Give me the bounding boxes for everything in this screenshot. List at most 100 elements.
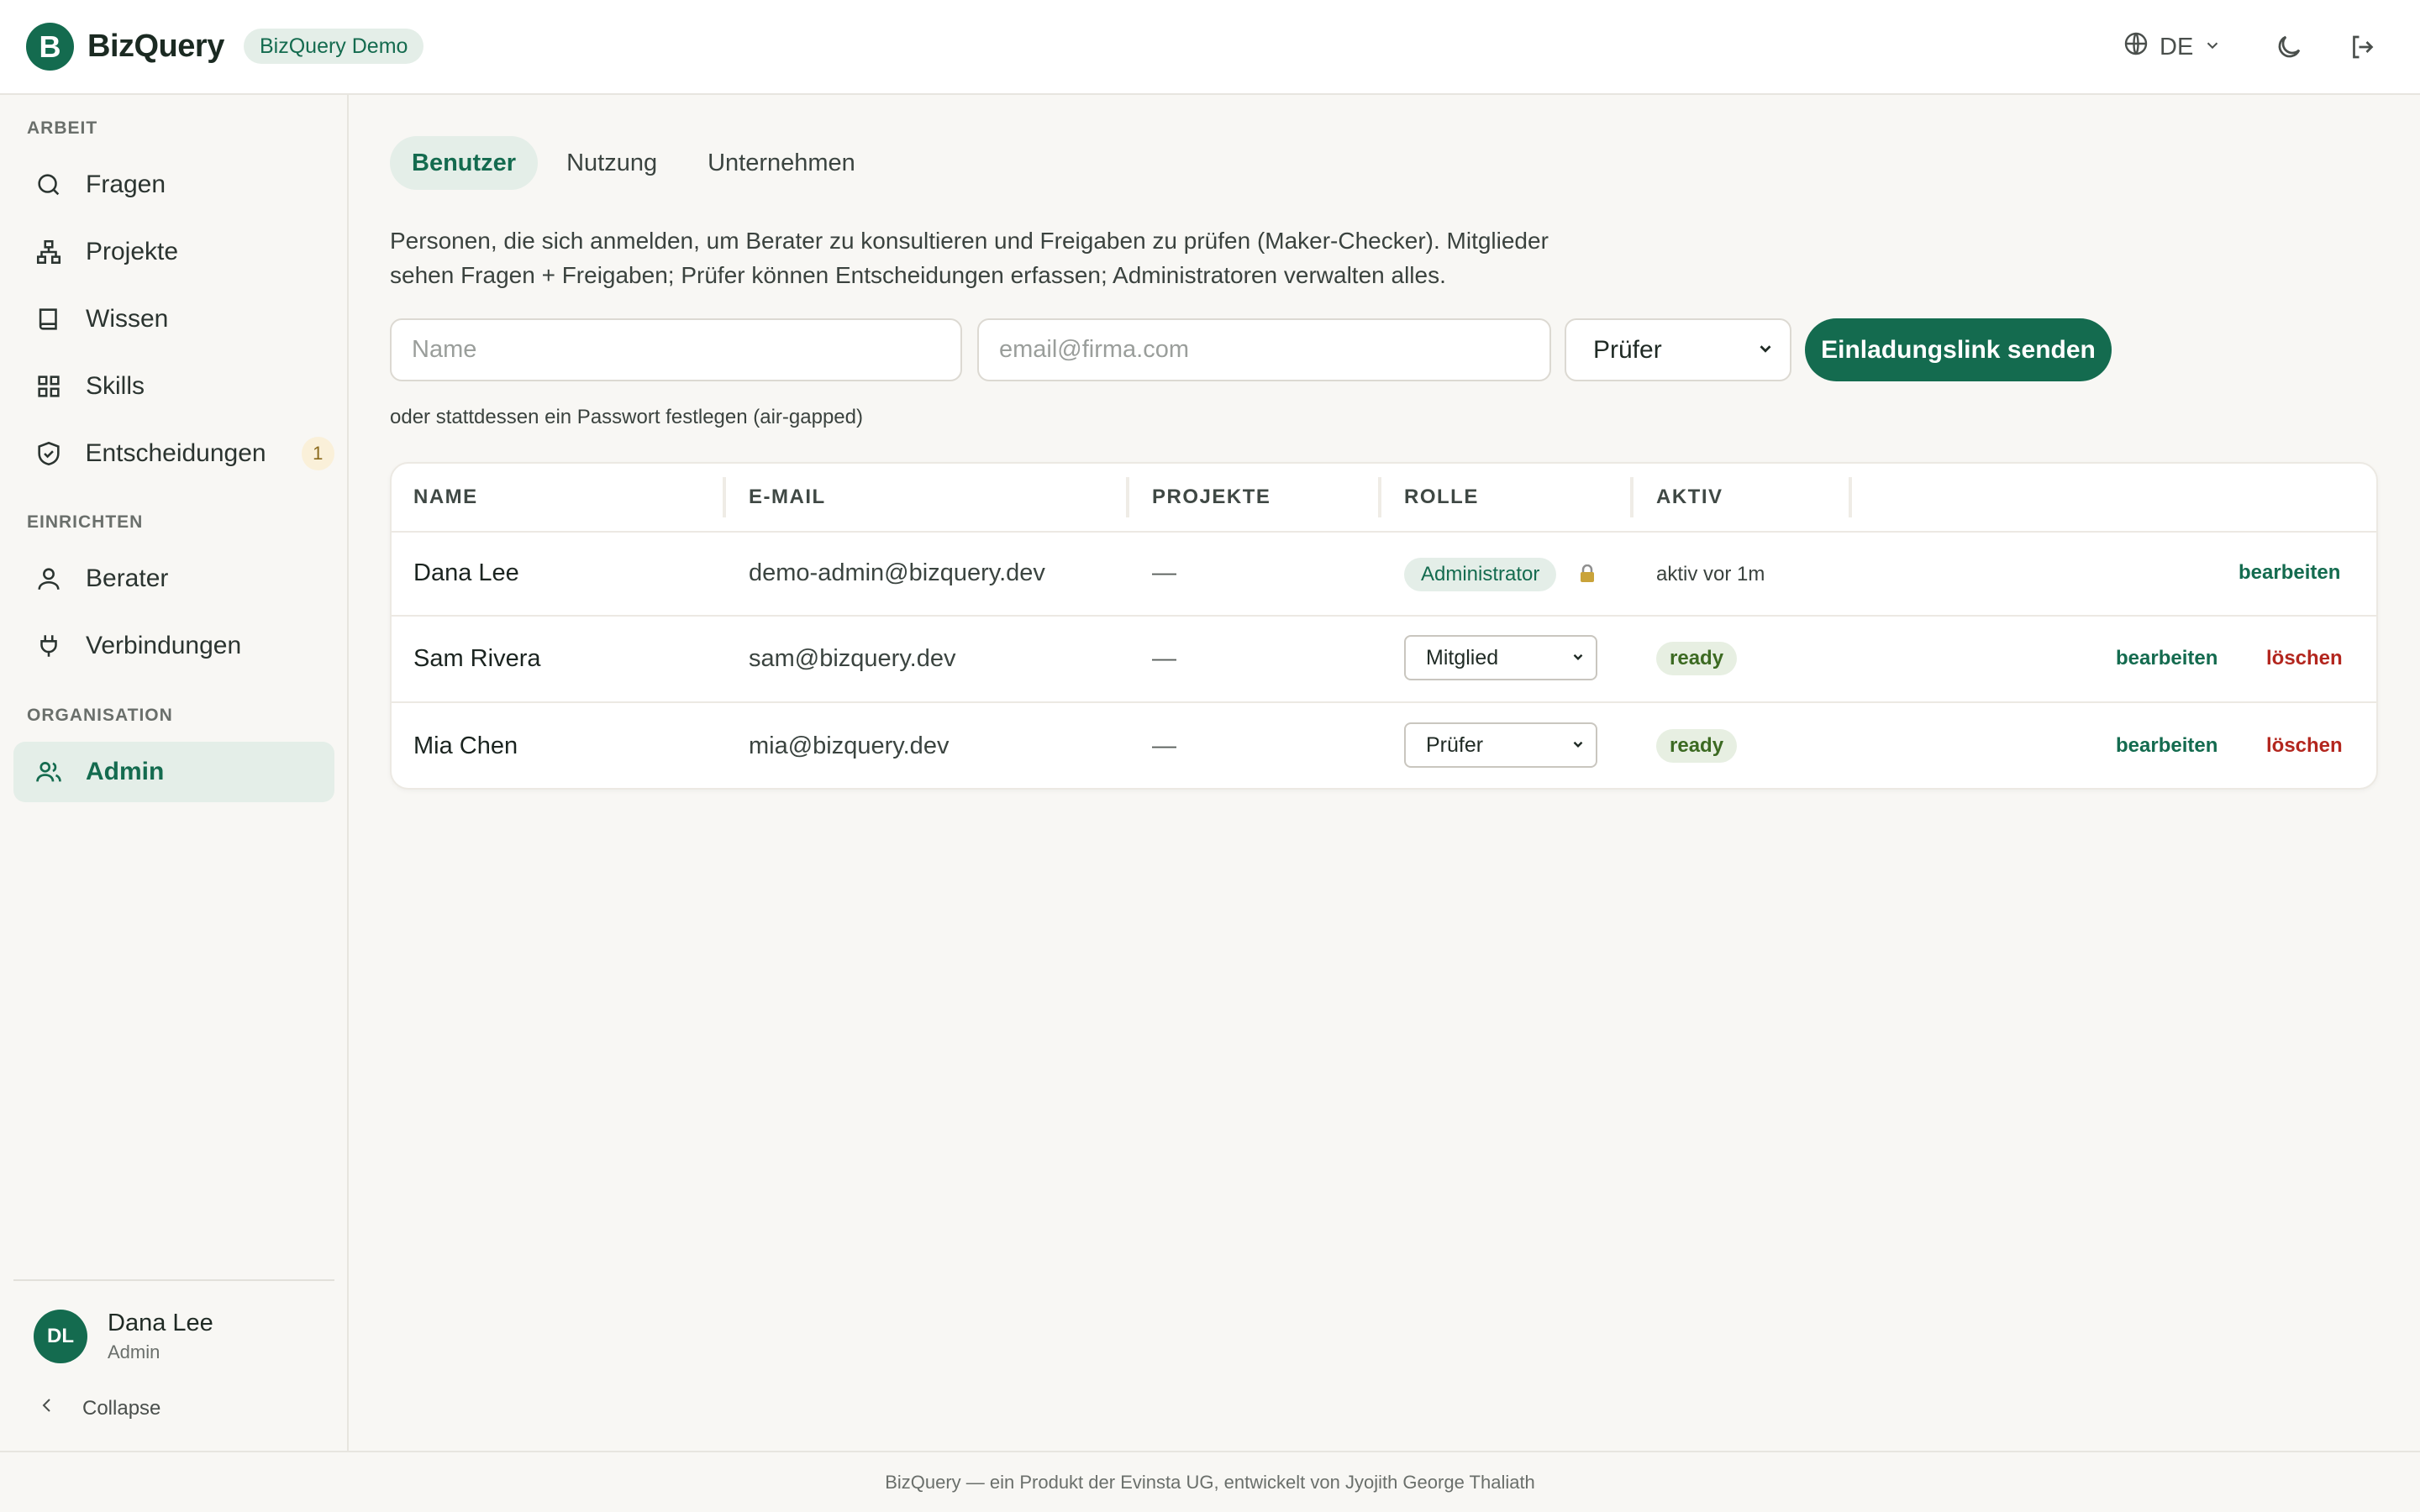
column-separator [1378,477,1381,517]
user-name: Dana Lee [108,1310,213,1336]
demo-badge: BizQuery Demo [244,29,424,64]
sidebar-item-admin[interactable]: Admin [13,742,334,802]
admin-tabs: Benutzer Nutzung Unternehmen [390,136,877,190]
users-icon [34,757,64,787]
column-separator [1126,477,1129,517]
sidebar-item-verbindungen[interactable]: Verbindungen [13,616,334,676]
section-title-einrichten: EINRICHTEN [27,512,144,532]
sidebar-item-label: Verbindungen [86,632,242,659]
user-role: Admin [108,1341,160,1362]
user-email-cell: mia@bizquery.dev [749,732,950,759]
edit-user-button[interactable]: bearbeiten [2238,561,2340,585]
status-badge: ready [1656,729,1738,763]
user-projects-cell: — [1152,645,1176,672]
description-line-2: sehen Fragen + Freigaben; Prüfer können … [390,262,1446,288]
delete-user-button[interactable]: löschen [2266,734,2343,758]
lock-icon [1579,564,1596,583]
name-input[interactable] [390,318,962,381]
user-role-value: Prüfer [1426,732,1484,757]
language-switcher[interactable]: DE [2123,29,2222,66]
sidebar-item-fragen[interactable]: Fragen [13,155,334,215]
sidebar-item-label: Entscheidungen [85,439,266,467]
column-header-role: ROLLE [1404,486,1479,508]
user-email-cell: demo-admin@bizquery.dev [749,559,1045,586]
language-label: DE [2160,33,2194,60]
user-icon [34,564,64,594]
header-divider [392,531,2376,533]
user-projects-cell: — [1152,732,1176,759]
users-table: NAME E-MAIL PROJEKTE ROLLE AKTIV Dana Le… [390,462,2378,790]
logo-icon[interactable]: B [26,23,74,71]
plug-icon [34,631,64,661]
top-bar: B BizQuery BizQuery Demo DE [0,0,2420,95]
page-description: Personen, die sich anmelden, um Berater … [390,223,1684,292]
book-icon [34,304,64,334]
sidebar-item-skills[interactable]: Skills [13,356,334,417]
status-badge: ready [1656,642,1738,675]
user-name-cell: Mia Chen [413,732,518,759]
user-role-select[interactable]: Prüfer [1404,722,1597,768]
logout-icon[interactable] [2343,27,2383,67]
tab-unternehmen[interactable]: Unternehmen [686,136,877,190]
role-badge: Administrator [1404,558,1557,591]
chevron-down-icon [1756,336,1775,365]
sidebar-item-label: Skills [86,372,145,400]
column-separator [723,477,726,517]
user-role-select[interactable]: Mitglied [1404,635,1597,680]
tab-benutzer[interactable]: Benutzer [390,136,539,190]
sidebar-item-label: Projekte [86,238,179,265]
send-invite-button[interactable]: Einladungslink senden [1805,318,2112,381]
section-title-organisation: ORGANISATION [27,706,173,725]
user-name-cell: Sam Rivera [413,645,541,672]
email-input[interactable] [977,318,1551,381]
section-title-arbeit: ARBEIT [27,118,98,138]
collapse-button[interactable]: Collapse [37,1395,160,1421]
role-select-value: Prüfer [1593,335,1662,364]
collapse-label: Collapse [82,1396,161,1420]
description-line-1: Personen, die sich anmelden, um Berater … [390,228,1549,254]
globe-icon [2123,30,2149,64]
row-divider [392,701,2376,703]
chevron-down-icon [2203,34,2222,61]
sidebar-item-label: Fragen [86,171,166,198]
sidebar-item-projekte[interactable]: Projekte [13,222,334,282]
sidebar-item-label: Wissen [86,305,169,333]
brand-name[interactable]: BizQuery [87,25,224,67]
sidebar-item-berater[interactable]: Berater [13,549,334,609]
sidebar: ARBEIT Fragen Projekte Wissen Skills Ent… [0,95,349,1451]
column-header-name: NAME [413,486,478,508]
column-separator [1630,477,1634,517]
chevron-left-icon [37,1395,57,1421]
edit-user-button[interactable]: bearbeiten [2116,734,2217,758]
sidebar-item-label: Berater [86,564,169,592]
grid-icon [34,371,64,402]
sidebar-item-wissen[interactable]: Wissen [13,289,334,349]
moon-icon[interactable] [2269,27,2309,67]
delete-user-button[interactable]: löschen [2266,647,2343,670]
row-divider [392,615,2376,617]
footer-text: BizQuery — ein Produkt der Evinsta UG, e… [885,1472,1535,1493]
shield-check-icon [34,438,63,469]
avatar[interactable]: DL [34,1310,87,1363]
chevron-down-icon [1570,733,1586,758]
last-active-cell: aktiv vor 1m [1656,563,1765,585]
column-separator [1849,477,1852,517]
sidebar-item-label: Admin [86,758,165,785]
decisions-count-badge: 1 [301,437,334,470]
column-header-email: E-MAIL [749,486,826,508]
sidebar-item-entscheidungen[interactable]: Entscheidungen 1 [13,423,334,484]
edit-user-button[interactable]: bearbeiten [2116,647,2217,670]
hierarchy-icon [34,237,64,267]
footer: BizQuery — ein Produkt der Evinsta UG, e… [0,1451,2420,1512]
user-name-cell: Dana Lee [413,559,519,586]
role-select[interactable]: Prüfer [1565,318,1791,381]
user-role-value: Mitglied [1426,645,1499,669]
user-email-cell: sam@bizquery.dev [749,645,956,672]
search-icon [34,170,64,200]
set-password-link[interactable]: oder stattdessen ein Passwort festlegen … [390,406,863,429]
column-header-active: AKTIV [1656,486,1723,508]
sidebar-divider [13,1279,334,1281]
user-projects-cell: — [1152,559,1176,586]
tab-nutzung[interactable]: Nutzung [544,136,679,190]
column-header-projects: PROJEKTE [1152,486,1271,508]
